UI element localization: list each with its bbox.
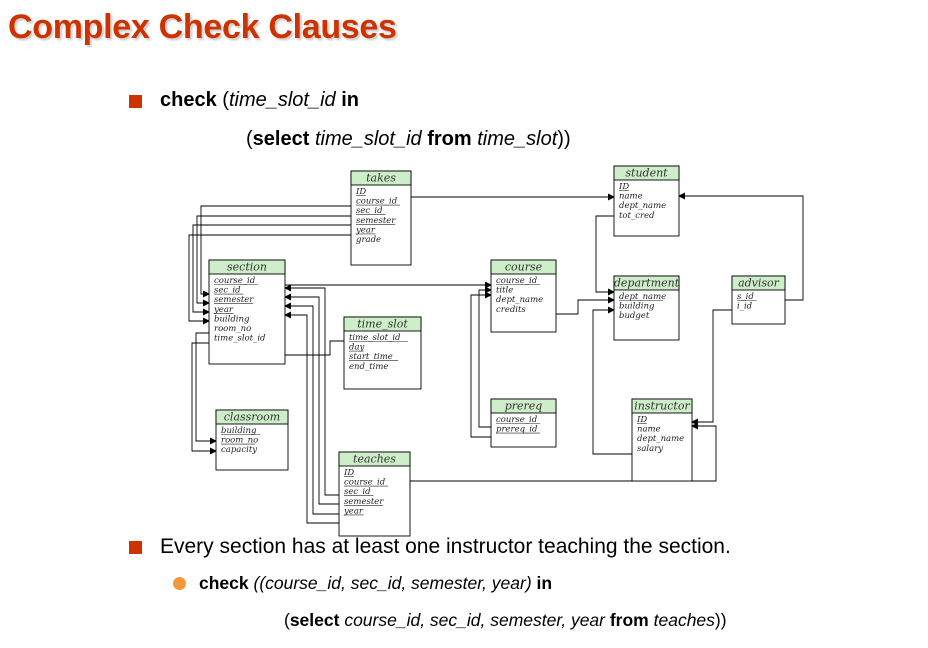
entity-attribute: tot_cred [619,211,655,221]
entity-attribute: salary [637,444,663,454]
entity-department: departmentdept_namebuildingbudget [613,275,680,341]
foreign-key-line [478,286,492,428]
entity-attribute: title [496,286,513,296]
entity-attribute: time_slot_id [214,334,266,344]
foreign-key-line [556,296,615,315]
entity-section: sectioncourse_idsec_idsemesteryearbuildi… [208,259,286,365]
entity-title: instructor [634,400,690,413]
entity-attribute: room_no [214,324,251,334]
entity-attribute: dept_name [637,434,684,444]
entity-attribute: building [619,302,655,312]
entity-attribute: grade [356,235,381,245]
entity-title: prereq [505,400,543,413]
entity-attribute: dept_name [619,201,666,211]
entity-attribute: end_time [349,362,388,372]
entity-attribute: name [619,192,643,202]
foreign-key-line [284,284,339,496]
entity-title: time_slot [357,318,408,331]
entity-title: classroom [224,411,280,424]
entity-prereq: prereqcourse_idprereq_id [490,398,557,448]
foreign-key-line [470,291,492,438]
entity-title: advisor [738,277,780,290]
entity-student: studentIDnamedept_nametot_cred [613,165,680,237]
entity-course: coursecourse_idtitledept_namecredits [490,259,557,333]
entity-title: course [505,261,543,274]
entity-attribute: name [637,425,661,435]
entity-classroom: classroombuildingroom_nocapacity [215,409,289,471]
entity-attribute: capacity [221,445,257,455]
entity-attribute: i_id [737,302,753,312]
entity-time-slot: time_slottime_slot_iddaystart_timeend_ti… [343,316,422,390]
entity-attribute: dept_name [496,295,543,305]
entity-instructor: instructorIDnamedept_namesalary [631,398,693,482]
foreign-key-line [284,293,339,505]
schema-diagram: takesIDcourse_idsec_idsemesteryeargrades… [188,165,804,537]
foreign-key-line [285,340,344,356]
entity-takes: takesIDcourse_idsec_idsemesteryeargrade [350,170,412,266]
entity-teaches: teachesIDcourse_idsec_idsemesteryear [338,451,411,537]
foreign-key-line [595,215,615,296]
entity-title: department [614,277,680,290]
entity-attribute: budget [619,311,650,321]
entity-attribute: credits [496,305,526,315]
entity-advisor: advisors_idi_id [731,275,786,325]
entity-attribute: building [214,314,250,324]
entity-title: student [625,167,668,180]
foreign-key-line [284,311,339,524]
foreign-key-line [691,309,732,426]
entity-title: section [227,261,267,274]
foreign-key-line [284,302,339,515]
entity-title: teaches [353,453,396,466]
entity-boxes: takesIDcourse_idsec_idsemesteryeargrades… [208,165,786,537]
entity-title: takes [366,172,396,185]
